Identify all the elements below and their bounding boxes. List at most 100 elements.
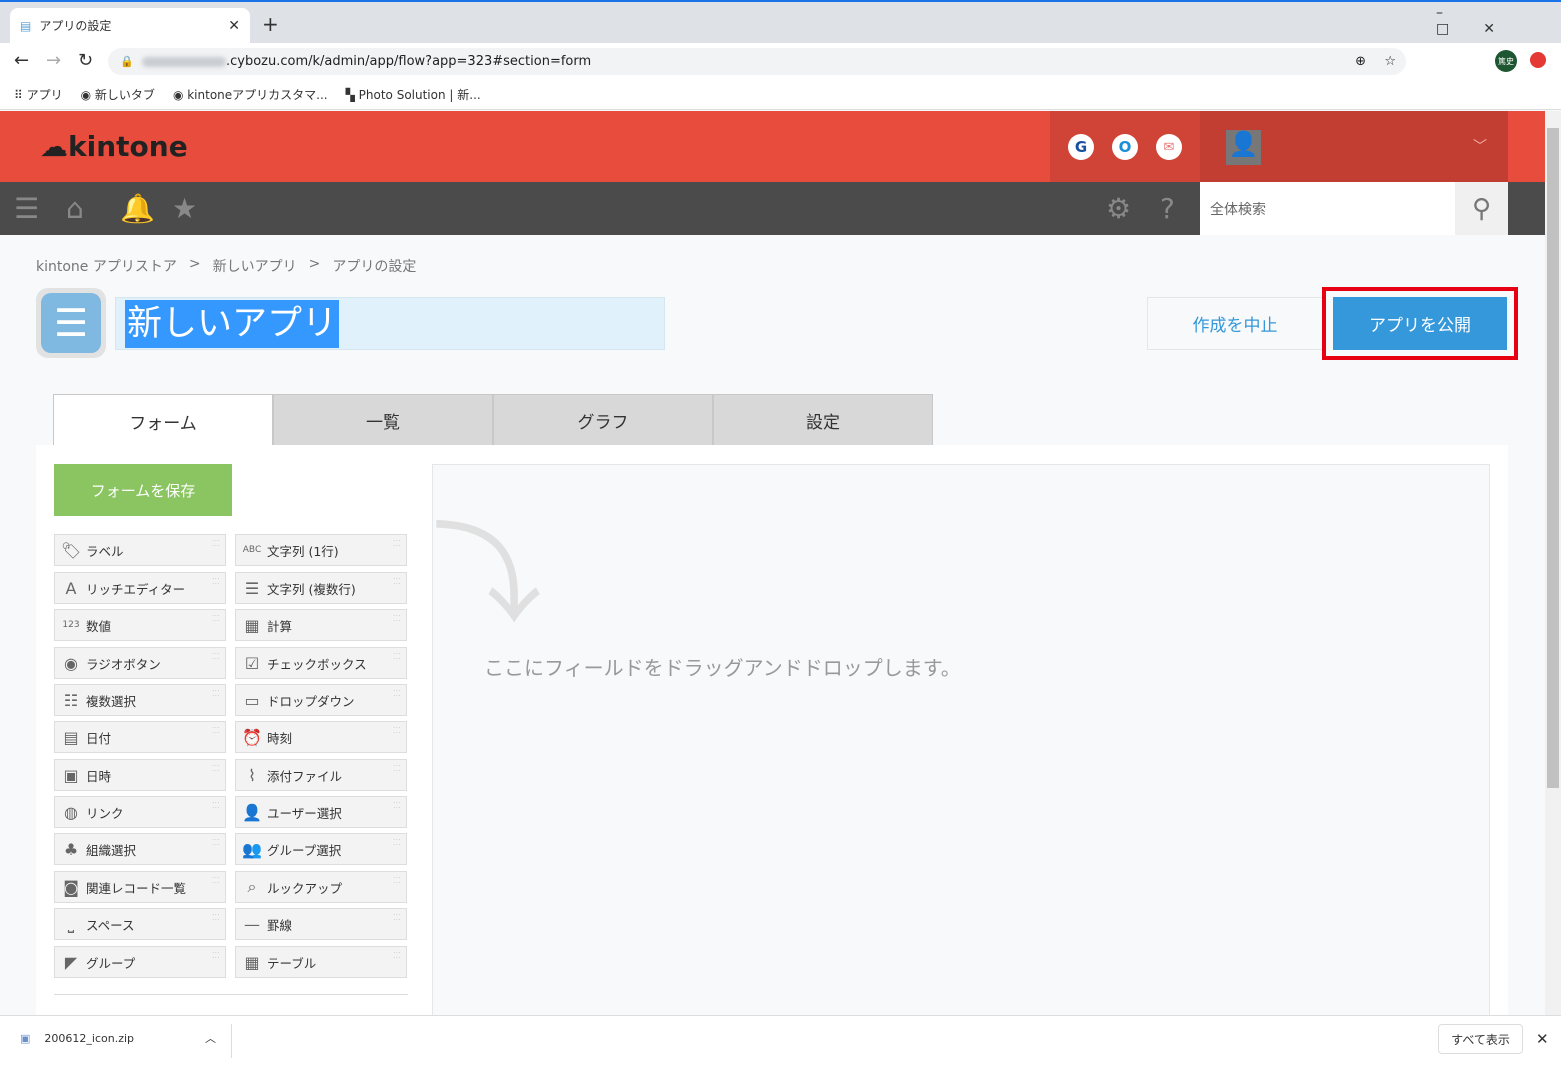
drag-handle-icon[interactable]: ⁚⁚⁚ xyxy=(393,690,401,698)
drag-handle-icon[interactable]: ⁚⁚⁚ xyxy=(393,877,401,885)
drag-handle-icon[interactable]: ⁚⁚⁚ xyxy=(212,952,220,960)
breadcrumb-link[interactable]: 新しいアプリ xyxy=(213,256,297,276)
reload-icon[interactable]: ↻ xyxy=(78,50,93,71)
garoon-icon[interactable]: G xyxy=(1068,134,1094,160)
download-item[interactable]: ▣ 200612_icon.zip ︿ xyxy=(20,1030,230,1046)
bell-icon[interactable]: 🔔 xyxy=(120,192,155,225)
drag-handle-icon[interactable]: ⁚⁚⁚ xyxy=(212,578,220,586)
tab-settings[interactable]: 設定 xyxy=(713,394,933,446)
field-item[interactable]: 123 数値 ⁚⁚⁚ xyxy=(54,609,226,641)
search-icon[interactable]: ⚲ xyxy=(1455,182,1508,235)
field-item[interactable]: ◍ リンク ⁚⁚⁚ xyxy=(54,796,226,828)
window-controls[interactable]: –□✕ xyxy=(1436,5,1561,37)
field-item[interactable]: A リッチエディター ⁚⁚⁚ xyxy=(54,572,226,604)
publish-app-button[interactable]: アプリを公開 xyxy=(1333,297,1507,350)
tab-graph[interactable]: グラフ xyxy=(493,394,713,446)
list-icon: ☰ xyxy=(41,293,101,353)
paperclip-icon: ⌇ xyxy=(248,765,256,785)
app-favicon-icon: ▤ xyxy=(20,18,32,33)
drag-handle-icon[interactable]: ⁚⁚⁚ xyxy=(212,877,220,885)
bookmark[interactable]: ◉ 新しいタブ xyxy=(81,86,155,103)
drag-handle-icon[interactable]: ⁚⁚⁚ xyxy=(393,839,401,847)
app-name-input[interactable]: 新しいアプリ xyxy=(115,297,665,350)
gear-icon[interactable]: ⚙ xyxy=(1106,192,1131,225)
menu-icon[interactable]: ☰ xyxy=(14,192,39,225)
drag-handle-icon[interactable]: ⁚⁚⁚ xyxy=(393,653,401,661)
drag-handle-icon[interactable]: ⁚⁚⁚ xyxy=(393,578,401,586)
field-item[interactable]: ⌕ ルックアップ ⁚⁚⁚ xyxy=(235,871,407,903)
drag-handle-icon[interactable]: ⁚⁚⁚ xyxy=(212,653,220,661)
update-icon[interactable] xyxy=(1530,52,1546,68)
scrollbar-thumb[interactable] xyxy=(1547,128,1559,788)
chevron-down-icon[interactable]: ﹀ xyxy=(1473,136,1487,156)
search-input[interactable]: 全体検索 xyxy=(1200,182,1455,235)
field-item[interactable]: 👤 ユーザー選択 ⁚⁚⁚ xyxy=(235,796,407,828)
drag-handle-icon[interactable]: ⁚⁚⁚ xyxy=(393,727,401,735)
field-label: 罫線 xyxy=(267,917,293,933)
tab-form[interactable]: フォーム xyxy=(53,394,273,447)
drag-handle-icon[interactable]: ⁚⁚⁚ xyxy=(212,690,220,698)
field-item[interactable]: — 罫線 ⁚⁚⁚ xyxy=(235,908,407,940)
drag-handle-icon[interactable]: ⁚⁚⁚ xyxy=(393,802,401,810)
field-item[interactable]: ▤ 日付 ⁚⁚⁚ xyxy=(54,721,226,753)
field-item[interactable]: ▦ テーブル ⁚⁚⁚ xyxy=(235,946,407,978)
field-item[interactable]: ⌇ 添付ファイル ⁚⁚⁚ xyxy=(235,759,407,791)
save-form-button[interactable]: フォームを保存 xyxy=(54,464,232,516)
close-download-bar-icon[interactable]: ✕ xyxy=(1536,1030,1549,1048)
field-item[interactable]: ☷ 複数選択 ⁚⁚⁚ xyxy=(54,684,226,716)
field-item[interactable]: ▣ 日時 ⁚⁚⁚ xyxy=(54,759,226,791)
address-bar[interactable]: 🔒 .cybozu.com/k/admin/app/flow?app=323#s… xyxy=(108,48,1406,75)
zoom-icon[interactable]: ⊕ xyxy=(1355,54,1366,69)
form-drop-area[interactable] xyxy=(432,464,1490,1024)
back-icon[interactable]: ← xyxy=(14,50,29,71)
bookmark[interactable]: ▚ Photo Solution | 新... xyxy=(346,86,481,103)
drag-handle-icon[interactable]: ⁚⁚⁚ xyxy=(393,615,401,623)
drag-handle-icon[interactable]: ⁚⁚⁚ xyxy=(393,765,401,773)
app-icon[interactable]: ☰ xyxy=(36,288,106,358)
field-item[interactable]: ▭ ドロップダウン ⁚⁚⁚ xyxy=(235,684,407,716)
field-item[interactable]: 👥 グループ選択 ⁚⁚⁚ xyxy=(235,833,407,865)
drag-handle-icon[interactable]: ⁚⁚⁚ xyxy=(212,839,220,847)
help-icon[interactable]: ? xyxy=(1160,192,1175,225)
breadcrumb-link[interactable]: kintone アプリストア xyxy=(36,256,177,276)
drag-handle-icon[interactable]: ⁚⁚⁚ xyxy=(212,727,220,735)
drag-handle-icon[interactable]: ⁚⁚⁚ xyxy=(212,540,220,548)
forward-icon[interactable]: → xyxy=(46,50,61,71)
home-icon[interactable]: ⌂ xyxy=(66,192,84,225)
field-item[interactable]: ◙ 関連レコード一覧 ⁚⁚⁚ xyxy=(54,871,226,903)
bookmark[interactable]: ⠿ アプリ xyxy=(14,86,63,103)
tab-list[interactable]: 一覧 xyxy=(273,394,493,446)
chevron-up-icon[interactable]: ︿ xyxy=(205,1030,216,1046)
drag-handle-icon[interactable]: ⁚⁚⁚ xyxy=(393,952,401,960)
field-item[interactable]: ⏰ 時刻 ⁚⁚⁚ xyxy=(235,721,407,753)
drag-handle-icon[interactable]: ⁚⁚⁚ xyxy=(212,765,220,773)
star-icon[interactable]: ★ xyxy=(172,192,197,225)
show-all-button[interactable]: すべて表示 xyxy=(1438,1024,1523,1054)
field-item[interactable]: ABC 文字列 (1行) ⁚⁚⁚ xyxy=(235,534,407,566)
field-item[interactable]: ▦ 計算 ⁚⁚⁚ xyxy=(235,609,407,641)
field-item[interactable]: ⎵ スペース ⁚⁚⁚ xyxy=(54,908,226,940)
drag-handle-icon[interactable]: ⁚⁚⁚ xyxy=(212,615,220,623)
field-item[interactable]: ♣ 組織選択 ⁚⁚⁚ xyxy=(54,833,226,865)
office-icon[interactable]: O xyxy=(1112,134,1138,160)
star-icon[interactable]: ☆ xyxy=(1384,54,1396,69)
new-tab-button[interactable]: + xyxy=(262,12,279,36)
kintone-logo[interactable]: ☁kintone xyxy=(40,130,188,163)
field-item[interactable]: ◉ ラジオボタン ⁚⁚⁚ xyxy=(54,647,226,679)
mail-icon[interactable]: ✉ xyxy=(1156,134,1182,160)
field-item[interactable]: ◤ グループ ⁚⁚⁚ xyxy=(54,946,226,978)
field-item[interactable]: ☑ チェックボックス ⁚⁚⁚ xyxy=(235,647,407,679)
field-item[interactable]: ☰ 文字列 (複数行) ⁚⁚⁚ xyxy=(235,572,407,604)
browser-tab[interactable]: ▤ アプリの設定 ✕ xyxy=(10,8,250,43)
drag-handle-icon[interactable]: ⁚⁚⁚ xyxy=(212,914,220,922)
cancel-creation-button[interactable]: 作成を中止 xyxy=(1147,297,1323,350)
drag-handle-icon[interactable]: ⁚⁚⁚ xyxy=(393,540,401,548)
profile-avatar[interactable]: 篤史 xyxy=(1495,50,1517,72)
bookmark[interactable]: ◉ kintoneアプリカスタマ... xyxy=(173,86,328,103)
user-avatar[interactable]: 👤 xyxy=(1226,130,1261,165)
field-item[interactable]: 🏷 ラベル ⁚⁚⁚ xyxy=(54,534,226,566)
drag-handle-icon[interactable]: ⁚⁚⁚ xyxy=(212,802,220,810)
close-tab-icon[interactable]: ✕ xyxy=(228,18,240,34)
zip-file-icon: ▣ xyxy=(20,1031,31,1045)
drag-handle-icon[interactable]: ⁚⁚⁚ xyxy=(393,914,401,922)
